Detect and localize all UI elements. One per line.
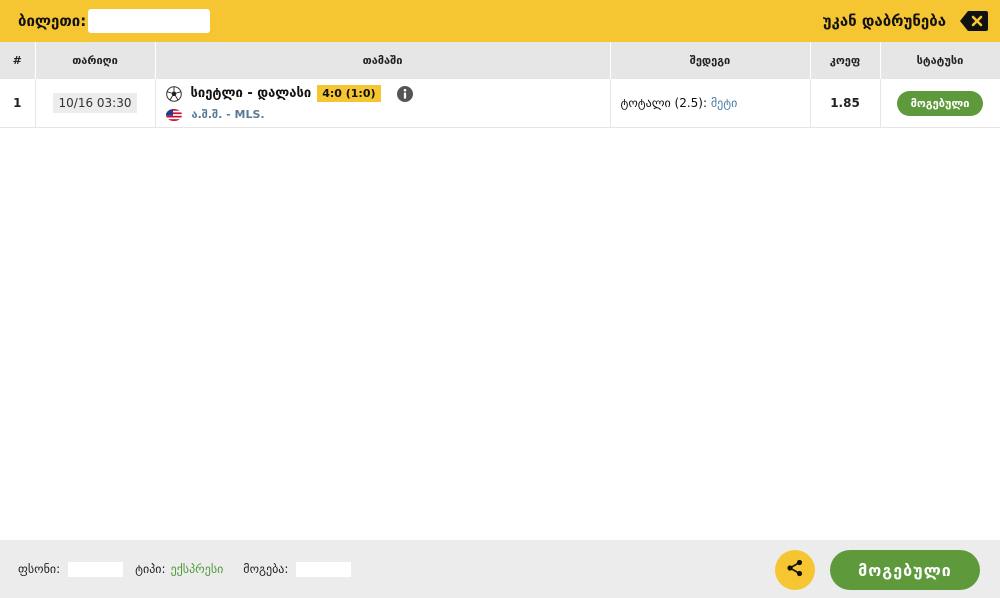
league-name: ა.შ.შ. - MLS. — [191, 108, 265, 121]
column-header-number: # — [0, 42, 36, 79]
game-cell: სიეტლი - დალასი 4:0 (1:0) ა.შ.შ. - MLS. — [155, 79, 611, 128]
win-label: მოგება: — [243, 562, 289, 576]
ticket-status-button[interactable]: მოგებული — [830, 550, 980, 590]
ticket-title: ბილეთი: — [18, 9, 211, 33]
status-badge: მოგებული — [896, 90, 984, 116]
backspace-icon — [960, 11, 988, 31]
market-name: ტოტალი (2.5): — [620, 96, 708, 110]
table-row: 1 10/16 03:30 სიეტლი - დალასი 4:0 (1:0) — [0, 79, 1000, 128]
ticket-title-label: ბილეთი: — [18, 12, 87, 30]
soccer-ball-icon — [165, 85, 182, 102]
back-label: უკან დაბრუნება — [822, 12, 946, 30]
date-cell: 10/16 03:30 — [35, 79, 156, 128]
usa-flag-icon — [165, 108, 182, 121]
score-badge: 4:0 (1:0) — [317, 85, 381, 102]
column-header-date: თარიღი — [35, 42, 156, 79]
column-header-result: შედეგი — [610, 42, 811, 79]
column-header-odds: კოეფ — [810, 42, 881, 79]
top-bar: ბილეთი: უკან დაბრუნება — [0, 0, 1000, 42]
type-value: ექსპრესი — [170, 562, 224, 576]
row-number: 1 — [0, 79, 36, 128]
ticket-id-redacted — [88, 9, 211, 33]
market-cell: ტოტალი (2.5): მეტი — [610, 79, 811, 128]
back-button[interactable]: უკან დაბრუნება — [823, 11, 988, 31]
match-name[interactable]: სიეტლი - დალასი — [191, 86, 312, 101]
ticket-footer: ფსონი: ტიპი: ექსპრესი მოგება: მოგებული — [0, 540, 1000, 598]
win-value-redacted — [296, 561, 352, 577]
date-chip: 10/16 03:30 — [52, 93, 138, 113]
status-cell: მოგებული — [880, 79, 1000, 128]
type-label: ტიპი: — [135, 562, 166, 576]
table-header-row: # თარიღი თამაში შედეგი კოეფ სტატუსი — [0, 42, 1000, 79]
bets-table: # თარიღი თამაში შედეგი კოეფ სტატუსი 1 10… — [0, 42, 1000, 128]
match-line: სიეტლი - დალასი 4:0 (1:0) — [165, 83, 610, 105]
share-button[interactable] — [775, 550, 815, 590]
odds-cell: 1.85 — [810, 79, 881, 128]
column-header-status: სტატუსი — [880, 42, 1000, 79]
share-icon — [786, 559, 804, 581]
league-line: ა.შ.შ. - MLS. — [165, 106, 610, 124]
column-header-game: თამაში — [155, 42, 611, 79]
stake-label: ფსონი: — [18, 562, 61, 576]
info-icon[interactable] — [396, 85, 413, 102]
market-value: მეტი — [710, 96, 738, 110]
stake-value-redacted — [68, 561, 124, 577]
